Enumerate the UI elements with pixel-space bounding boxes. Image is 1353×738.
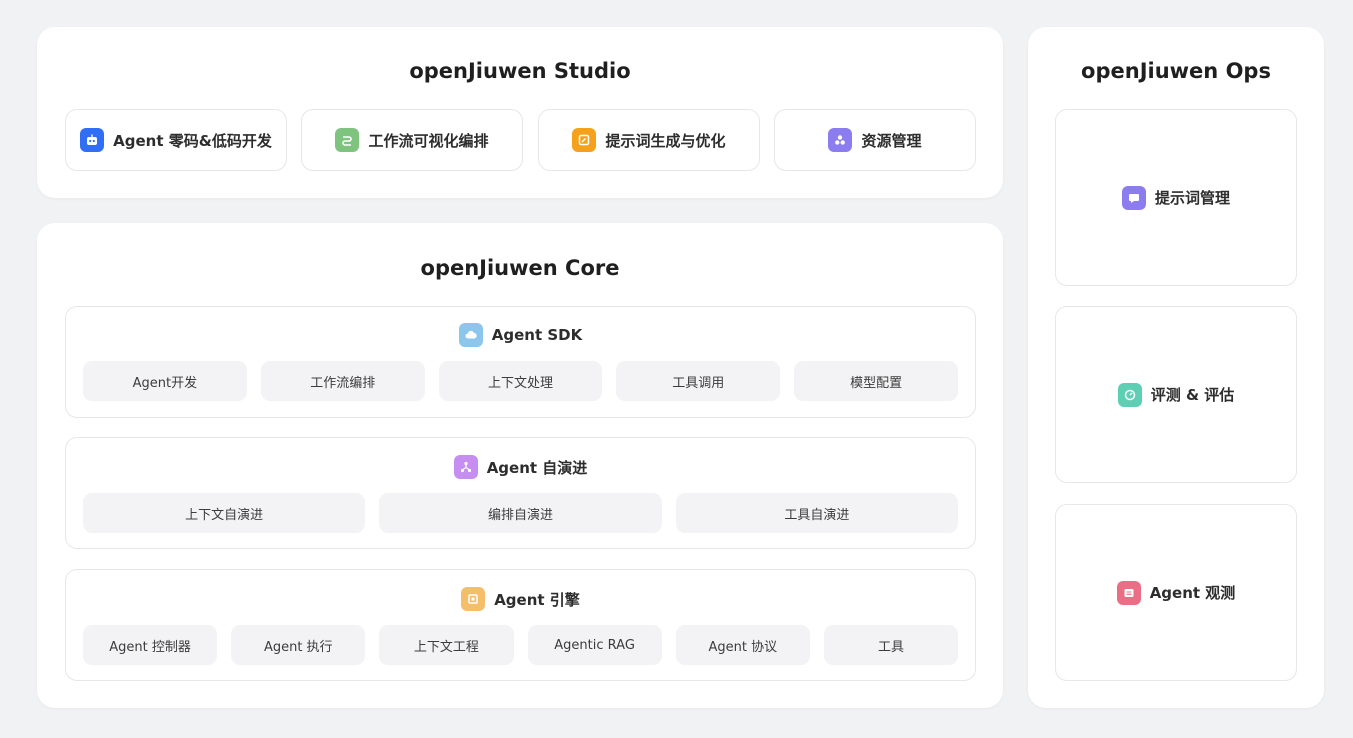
- agent-engine-chips: Agent 控制器 Agent 执行 上下文工程 Agentic RAG Age…: [83, 625, 959, 665]
- workflow-icon: [335, 128, 360, 152]
- chip-agent-protocol[interactable]: Agent 协议: [675, 625, 810, 665]
- gauge-icon: [1117, 382, 1142, 407]
- core-panel: openJiuwen Core Agent SDK Agent开发 工作流编排 …: [37, 223, 1003, 708]
- ops-item-prompt-management[interactable]: 提示词管理: [1055, 109, 1297, 286]
- chip-agentic-rag[interactable]: Agentic RAG: [527, 625, 662, 665]
- studio-item-agent-dev[interactable]: Agent 零码&低码开发: [65, 109, 287, 171]
- agent-sdk-header: Agent SDK: [66, 323, 975, 347]
- chip-context-evolution[interactable]: 上下文自演进: [83, 493, 366, 533]
- agent-evolution-chips: 上下文自演进 编排自演进 工具自演进: [83, 493, 958, 533]
- monitor-icon: [1116, 580, 1141, 605]
- chip-tools[interactable]: 工具: [823, 625, 959, 665]
- ops-item-evaluation[interactable]: 评测 & 评估: [1055, 306, 1297, 483]
- agent-sdk-section: Agent SDK Agent开发 工作流编排 上下文处理 工具调用 模型配置: [65, 306, 976, 418]
- chip-agent-dev[interactable]: Agent开发: [83, 361, 247, 401]
- robot-icon: [80, 128, 105, 152]
- chip-orchestration-evolution[interactable]: 编排自演进: [379, 493, 662, 533]
- chat-bubble-icon: [1121, 185, 1146, 210]
- ops-item-label: 评测 & 评估: [1150, 386, 1235, 404]
- ops-panel: openJiuwen Ops 提示词管理 评测 & 评估 Agent 观测: [1028, 27, 1324, 708]
- chip-tool-calling[interactable]: 工具调用: [616, 361, 781, 401]
- agent-sdk-title: Agent SDK: [491, 326, 583, 344]
- chip-tool-evolution[interactable]: 工具自演进: [675, 493, 958, 533]
- studio-item-label: Agent 零码&低码开发: [113, 131, 272, 150]
- ops-item-label: Agent 观测: [1149, 584, 1236, 602]
- agent-sdk-chips: Agent开发 工作流编排 上下文处理 工具调用 模型配置: [83, 361, 958, 401]
- agent-evolution-header: Agent 自演进: [66, 455, 975, 479]
- prompt-edit-icon: [572, 128, 597, 152]
- agent-evolution-section: Agent 自演进 上下文自演进 编排自演进 工具自演进: [65, 437, 976, 549]
- core-title: openJiuwen Core: [420, 256, 620, 280]
- ops-item-label: 提示词管理: [1154, 189, 1230, 207]
- engine-icon: [461, 587, 486, 611]
- studio-title: openJiuwen Studio: [409, 59, 631, 83]
- network-icon: [453, 455, 478, 479]
- resources-icon: [828, 128, 853, 152]
- agent-evolution-title: Agent 自演进: [486, 458, 588, 477]
- chip-context-engineering[interactable]: 上下文工程: [379, 625, 514, 665]
- chip-context-processing[interactable]: 上下文处理: [438, 361, 603, 401]
- studio-item-label: 工作流可视化编排: [368, 131, 489, 150]
- chip-model-config[interactable]: 模型配置: [794, 361, 958, 401]
- studio-item-prompt[interactable]: 提示词生成与优化: [538, 109, 760, 171]
- studio-item-resources[interactable]: 资源管理: [774, 109, 976, 171]
- chip-agent-controller[interactable]: Agent 控制器: [83, 625, 218, 665]
- chip-agent-execution[interactable]: Agent 执行: [231, 625, 366, 665]
- chip-workflow-orchestration[interactable]: 工作流编排: [260, 361, 425, 401]
- ops-item-observability[interactable]: Agent 观测: [1055, 504, 1297, 681]
- studio-item-label: 提示词生成与优化: [605, 131, 726, 150]
- cloud-icon: [458, 323, 483, 347]
- agent-engine-header: Agent 引擎: [66, 587, 975, 611]
- agent-engine-section: Agent 引擎 Agent 控制器 Agent 执行 上下文工程 Agenti…: [65, 569, 976, 681]
- studio-item-label: 资源管理: [861, 131, 922, 150]
- studio-panel: openJiuwen Studio Agent 零码&低码开发 工作流可视化编排…: [37, 27, 1003, 198]
- ops-title: openJiuwen Ops: [1081, 59, 1271, 83]
- agent-engine-title: Agent 引擎: [494, 590, 580, 609]
- studio-item-workflow[interactable]: 工作流可视化编排: [301, 109, 523, 171]
